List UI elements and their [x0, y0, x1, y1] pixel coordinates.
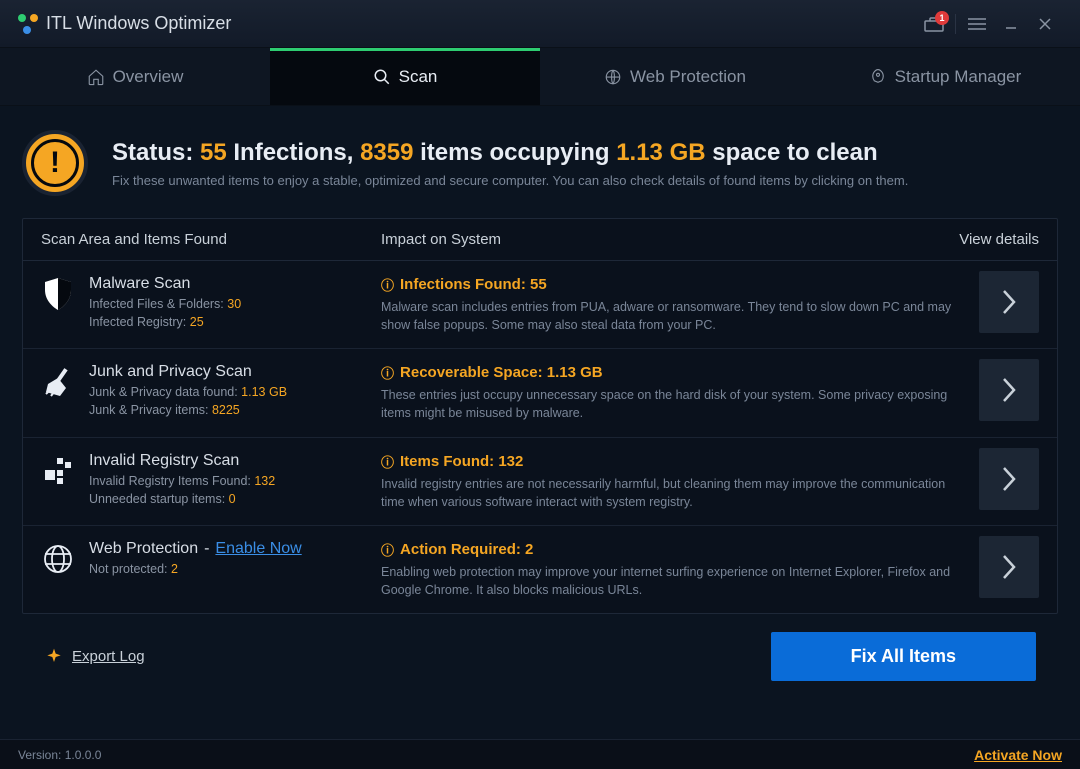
broom-icon	[41, 365, 75, 399]
row-meta: Infected Files & Folders: 30	[89, 297, 241, 311]
info-icon: ⓘ	[381, 275, 394, 294]
details-button[interactable]	[979, 448, 1039, 510]
export-log-link[interactable]: Export Log	[44, 647, 145, 667]
titlebar: ITL Windows Optimizer 1	[0, 0, 1080, 48]
activate-link[interactable]: Activate Now	[974, 747, 1062, 763]
tab-web-protection[interactable]: Web Protection	[540, 48, 810, 105]
row-meta: Unneeded startup items: 0	[89, 492, 275, 506]
status-bar: Version: 1.0.0.0 Activate Now	[0, 739, 1080, 769]
impact-title: ⓘRecoverable Space: 1.13 GB	[381, 363, 969, 382]
close-button[interactable]	[1028, 9, 1062, 39]
impact-desc: Enabling web protection may improve your…	[381, 563, 969, 599]
minimize-button[interactable]	[994, 9, 1028, 39]
shield-icon	[41, 277, 75, 311]
tab-scan[interactable]: Scan	[270, 48, 540, 105]
table-header: Scan Area and Items Found Impact on Syst…	[23, 219, 1057, 261]
search-icon	[373, 68, 391, 86]
registry-icon	[41, 454, 75, 488]
export-log-label: Export Log	[72, 648, 145, 665]
tab-label: Web Protection	[630, 67, 746, 87]
row-title: Invalid Registry Scan	[89, 452, 275, 470]
row-meta: Not protected: 2	[89, 562, 302, 576]
tab-label: Overview	[113, 67, 184, 87]
info-icon: ⓘ	[381, 452, 394, 471]
status-banner: ! Status: 55 Infections, 8359 items occu…	[22, 130, 1058, 196]
header-details: View details	[929, 231, 1039, 248]
impact-title: ⓘInfections Found: 55	[381, 275, 969, 294]
app-title: ITL Windows Optimizer	[46, 13, 231, 34]
tab-label: Startup Manager	[895, 67, 1022, 87]
notification-badge: 1	[935, 11, 949, 25]
tab-overview[interactable]: Overview	[0, 48, 270, 105]
impact-title: ⓘItems Found: 132	[381, 452, 969, 471]
row-registry: Invalid Registry Scan Invalid Registry I…	[23, 438, 1057, 526]
header-impact: Impact on System	[381, 231, 929, 248]
app-logo: ITL Windows Optimizer	[18, 13, 231, 34]
version-label: Version: 1.0.0.0	[18, 748, 101, 762]
row-web-protection: Web Protection - Enable Now Not protecte…	[23, 526, 1057, 613]
row-malware-scan: Malware Scan Infected Files & Folders: 3…	[23, 261, 1057, 349]
menu-icon[interactable]	[960, 9, 994, 39]
details-button[interactable]	[979, 271, 1039, 333]
details-button[interactable]	[979, 536, 1039, 598]
tab-label: Scan	[399, 67, 438, 87]
status-subtext: Fix these unwanted items to enjoy a stab…	[112, 173, 908, 188]
info-icon: ⓘ	[381, 363, 394, 382]
row-title: Web Protection - Enable Now	[89, 540, 302, 558]
row-meta: Infected Registry: 25	[89, 315, 241, 329]
fix-all-button[interactable]: Fix All Items	[771, 632, 1036, 681]
toolbox-icon[interactable]: 1	[917, 9, 951, 39]
logo-icon	[18, 14, 38, 34]
main-tabs: Overview Scan Web Protection Startup Man…	[0, 48, 1080, 106]
globe-icon	[41, 542, 75, 576]
row-meta: Junk & Privacy data found: 1.13 GB	[89, 385, 287, 399]
header-area: Scan Area and Items Found	[41, 231, 381, 248]
results-table: Scan Area and Items Found Impact on Syst…	[22, 218, 1058, 614]
row-title: Junk and Privacy Scan	[89, 363, 287, 381]
status-heading: Status: 55 Infections, 8359 items occupy…	[112, 139, 908, 167]
row-meta: Invalid Registry Items Found: 132	[89, 474, 275, 488]
warning-icon: !	[22, 130, 88, 196]
tab-startup-manager[interactable]: Startup Manager	[810, 48, 1080, 105]
row-junk-privacy: Junk and Privacy Scan Junk & Privacy dat…	[23, 349, 1057, 437]
enable-now-link[interactable]: Enable Now	[215, 540, 301, 558]
impact-title: ⓘAction Required: 2	[381, 540, 969, 559]
row-title: Malware Scan	[89, 275, 241, 293]
row-meta: Junk & Privacy items: 8225	[89, 403, 287, 417]
home-icon	[87, 68, 105, 86]
info-icon: ⓘ	[381, 540, 394, 559]
sparkle-icon	[44, 647, 64, 667]
rocket-icon	[869, 68, 887, 86]
impact-desc: Malware scan includes entries from PUA, …	[381, 298, 969, 334]
globe-icon	[604, 68, 622, 86]
impact-desc: These entries just occupy unnecessary sp…	[381, 386, 969, 422]
details-button[interactable]	[979, 359, 1039, 421]
impact-desc: Invalid registry entries are not necessa…	[381, 475, 969, 511]
